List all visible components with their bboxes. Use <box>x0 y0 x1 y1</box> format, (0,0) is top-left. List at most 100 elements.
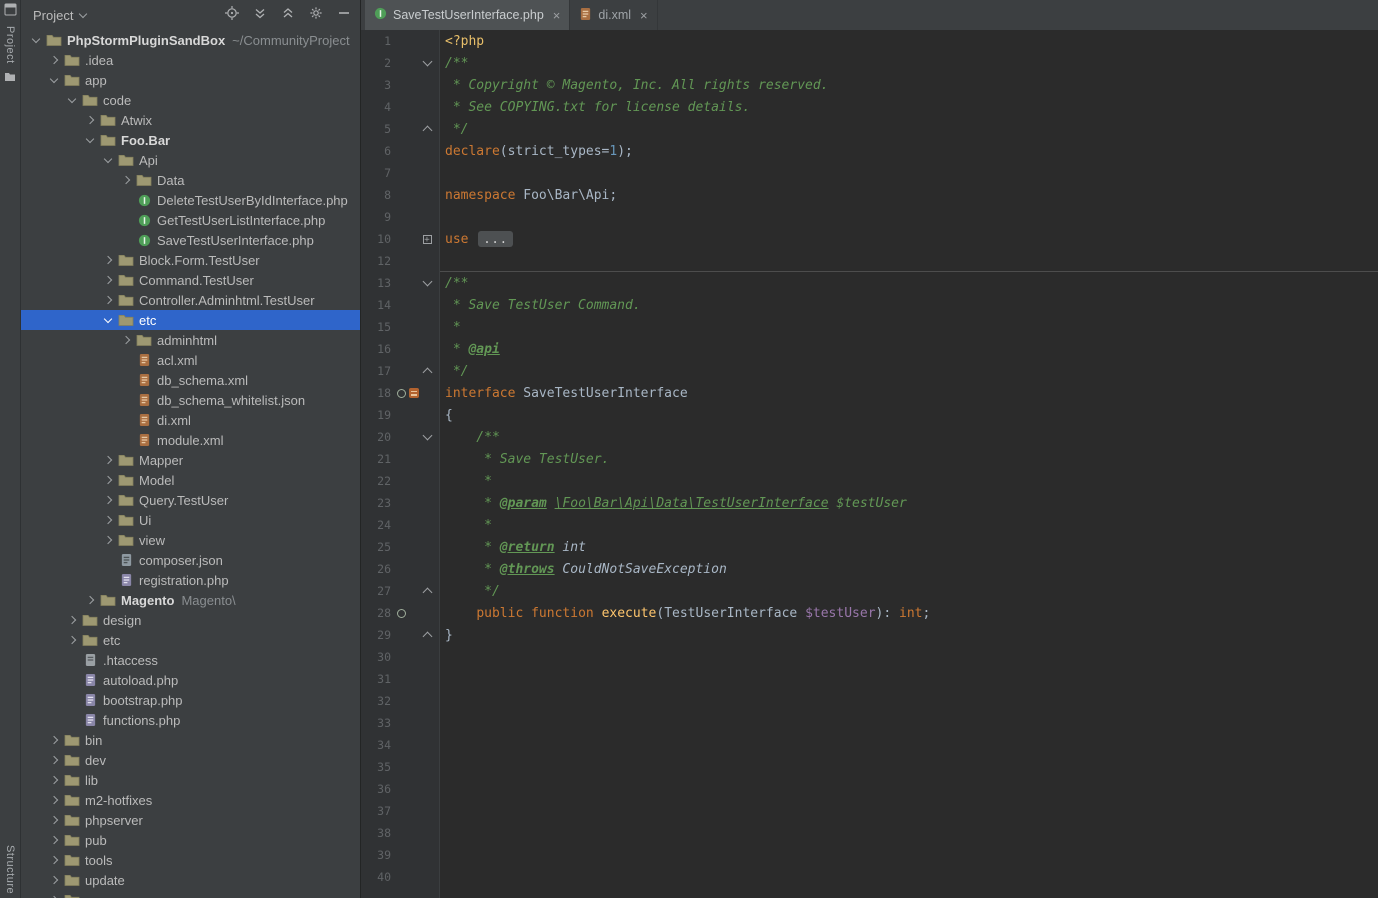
tree-item-module-xml[interactable]: module.xml <box>21 430 360 450</box>
fold-marker-icon[interactable] <box>419 281 435 285</box>
line-number[interactable]: 18 <box>361 386 391 400</box>
folder-mini-icon[interactable] <box>4 69 16 87</box>
fold-marker-icon[interactable] <box>419 61 435 65</box>
fold-marker-icon[interactable] <box>419 435 435 439</box>
tree-item-gettestuserlistinterface-php[interactable]: GetTestUserListInterface.php <box>21 210 360 230</box>
hide-button[interactable] <box>335 7 352 24</box>
code-text[interactable]: interface SaveTestUserInterface <box>435 386 688 401</box>
expand-arrow-icon[interactable] <box>45 78 62 82</box>
code-text[interactable]: * @api <box>435 342 500 357</box>
line-number[interactable]: 37 <box>361 804 391 818</box>
line-number[interactable]: 32 <box>361 694 391 708</box>
code-line-38[interactable]: 38 <box>361 822 1378 844</box>
expand-arrow-icon[interactable] <box>99 318 116 322</box>
tree-item-update[interactable]: update <box>21 870 360 890</box>
fold-marker-icon[interactable] <box>419 366 435 376</box>
code-line-18[interactable]: 18 interface SaveTestUserInterface <box>361 382 1378 404</box>
line-number[interactable]: 15 <box>361 320 391 334</box>
line-number[interactable]: 33 <box>361 716 391 730</box>
tree-item-acl-xml[interactable]: acl.xml <box>21 350 360 370</box>
expand-arrow-icon[interactable] <box>63 637 80 643</box>
code-text[interactable]: namespace Foo\Bar\Api; <box>435 188 617 203</box>
collapse-all-button[interactable] <box>279 7 296 24</box>
code-text[interactable]: * <box>435 518 492 533</box>
code-line-29[interactable]: 29} <box>361 624 1378 646</box>
code-text[interactable]: use ... <box>435 231 515 247</box>
line-number[interactable]: 4 <box>361 100 391 114</box>
tree-item-foo-bar[interactable]: Foo.Bar <box>21 130 360 150</box>
fold-marker-icon[interactable] <box>419 630 435 640</box>
expand-arrow-icon[interactable] <box>45 797 62 803</box>
tree-item-dev[interactable]: dev <box>21 750 360 770</box>
code-line-4[interactable]: 4 * See COPYING.txt for license details. <box>361 96 1378 118</box>
magento-plugin-marker-icon[interactable] <box>409 388 419 398</box>
tree-item-query-testuser[interactable]: Query.TestUser <box>21 490 360 510</box>
code-line-22[interactable]: 22 * <box>361 470 1378 492</box>
line-number[interactable]: 6 <box>361 144 391 158</box>
code-line-2[interactable]: 2/** <box>361 52 1378 74</box>
tree-item-app[interactable]: app <box>21 70 360 90</box>
code-line-23[interactable]: 23 * @param \Foo\Bar\Api\Data\TestUserIn… <box>361 492 1378 514</box>
expand-arrow-icon[interactable] <box>45 837 62 843</box>
code-line-5[interactable]: 5 */ <box>361 118 1378 140</box>
code-line-32[interactable]: 32 <box>361 690 1378 712</box>
line-number[interactable]: 5 <box>361 122 391 136</box>
tree-item-bin[interactable]: bin <box>21 730 360 750</box>
line-number[interactable]: 3 <box>361 78 391 92</box>
expand-arrow-icon[interactable] <box>99 537 116 543</box>
expand-arrow-icon[interactable] <box>63 98 80 102</box>
fold-marker-icon[interactable] <box>419 124 435 134</box>
code-text[interactable]: */ <box>435 122 468 137</box>
tree-item-phpstormpluginsandbox[interactable]: PhpStormPluginSandBox~/CommunityProject <box>21 30 360 50</box>
expand-arrow-icon[interactable] <box>45 857 62 863</box>
code-line-34[interactable]: 34 <box>361 734 1378 756</box>
line-number[interactable]: 25 <box>361 540 391 554</box>
expand-arrow-icon[interactable] <box>99 158 116 162</box>
code-line-1[interactable]: 1<?php <box>361 30 1378 52</box>
line-number[interactable]: 14 <box>361 298 391 312</box>
tree-item-magento[interactable]: MagentoMagento\ <box>21 590 360 610</box>
code-line-39[interactable]: 39 <box>361 844 1378 866</box>
line-number[interactable]: 27 <box>361 584 391 598</box>
code-text[interactable]: * Save TestUser Command. <box>435 298 641 313</box>
line-number[interactable]: 36 <box>361 782 391 796</box>
tree-item-adminhtml[interactable]: adminhtml <box>21 330 360 350</box>
expand-arrow-icon[interactable] <box>45 817 62 823</box>
tree-item-m2-hotfixes[interactable]: m2-hotfixes <box>21 790 360 810</box>
tree-item-model[interactable]: Model <box>21 470 360 490</box>
expand-arrow-icon[interactable] <box>99 477 116 483</box>
code-line-14[interactable]: 14 * Save TestUser Command. <box>361 294 1378 316</box>
line-number[interactable]: 24 <box>361 518 391 532</box>
code-line-8[interactable]: 8 namespace Foo\Bar\Api; <box>361 184 1378 206</box>
tree-item-db-schema-xml[interactable]: db_schema.xml <box>21 370 360 390</box>
code-line-40[interactable]: 40 <box>361 866 1378 888</box>
line-number[interactable]: 10 <box>361 232 391 246</box>
code-text[interactable]: * Copyright © Magento, Inc. All rights r… <box>435 78 829 93</box>
code-text[interactable]: /** <box>435 276 468 291</box>
expand-arrow-icon[interactable] <box>117 177 134 183</box>
tree-item-db-schema-whitelist-json[interactable]: db_schema_whitelist.json <box>21 390 360 410</box>
line-number[interactable]: 26 <box>361 562 391 576</box>
code-line-20[interactable]: 20 /** <box>361 426 1378 448</box>
code-text[interactable]: { <box>435 408 453 423</box>
line-number[interactable]: 20 <box>361 430 391 444</box>
line-number[interactable]: 7 <box>361 166 391 180</box>
expand-arrow-icon[interactable] <box>45 757 62 763</box>
line-number[interactable]: 28 <box>361 606 391 620</box>
code-text[interactable]: } <box>435 628 453 643</box>
line-number[interactable]: 30 <box>361 650 391 664</box>
line-number[interactable]: 8 <box>361 188 391 202</box>
expand-all-button[interactable] <box>251 7 268 24</box>
code-text[interactable]: /** <box>435 56 468 71</box>
line-number[interactable]: 34 <box>361 738 391 752</box>
tree-item-block-form-testuser[interactable]: Block.Form.TestUser <box>21 250 360 270</box>
tree-item-composer-json[interactable]: composer.json <box>21 550 360 570</box>
tree-item-api[interactable]: Api <box>21 150 360 170</box>
editor-tab-savetestuserinterface-php[interactable]: SaveTestUserInterface.php× <box>365 0 570 30</box>
code-line-36[interactable]: 36 <box>361 778 1378 800</box>
line-number[interactable]: 1 <box>361 34 391 48</box>
line-number[interactable]: 12 <box>361 254 391 268</box>
tree-item-mapper[interactable]: Mapper <box>21 450 360 470</box>
expand-arrow-icon[interactable] <box>45 737 62 743</box>
code-line-13[interactable]: 13/** <box>361 272 1378 294</box>
